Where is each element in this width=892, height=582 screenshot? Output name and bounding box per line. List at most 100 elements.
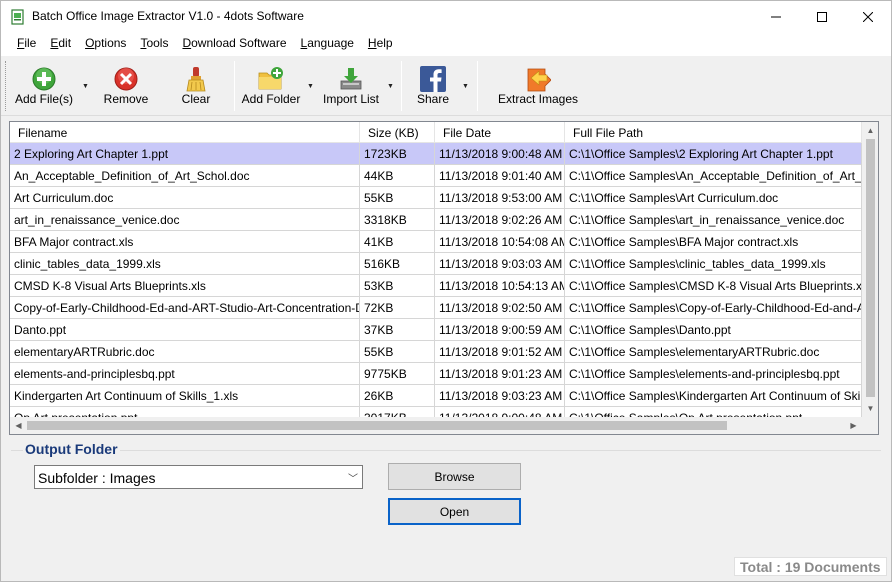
clear-label: Clear — [181, 92, 211, 106]
chevron-down-icon: ﹀ — [348, 474, 358, 485]
column-header-filename[interactable]: Filename — [10, 122, 360, 143]
remove-button[interactable]: Remove — [99, 62, 153, 110]
menu-options[interactable]: Options — [78, 32, 133, 56]
scroll-right-icon[interactable]: ▶ — [845, 417, 862, 434]
full-path-cell: C:\1\Office Samples\CMSD K-8 Visual Arts… — [565, 275, 862, 297]
share-button[interactable]: Share — [409, 62, 457, 110]
table-row[interactable]: BFA Major contract.xls 41KB 11/13/2018 10:… — [10, 231, 862, 253]
add-folder-button[interactable]: Add Folder — [239, 62, 303, 110]
filename-cell: clinic_tables_data_1999.xls — [10, 253, 360, 275]
menu-file[interactable]: File — [10, 32, 43, 56]
table-row[interactable]: An_Acceptable_Definition_of_Art_Schol.do… — [10, 165, 862, 187]
file-date-cell: 11/13/2018 10:54:08 AM — [435, 231, 565, 253]
table-row[interactable]: clinic_tables_data_1999.xls 516KB 11/13/20… — [10, 253, 862, 275]
file-date-cell: 11/13/2018 9:01:40 AM — [435, 165, 565, 187]
horizontal-scroll-thumb[interactable] — [27, 421, 727, 430]
size-cell: 26KB — [360, 385, 435, 407]
menu-help[interactable]: Help — [361, 32, 400, 56]
table-row[interactable]: art_in_renaissance_venice.doc 3318KB 11/13… — [10, 209, 862, 231]
open-button[interactable]: Open — [388, 498, 521, 525]
menu-edit[interactable]: Edit — [43, 32, 78, 56]
add-folder-dropdown-icon[interactable]: ▼ — [307, 83, 314, 90]
size-cell: 72KB — [360, 297, 435, 319]
table-row[interactable]: 2 Exploring Art Chapter 1.ppt 1723KB 11/13… — [10, 143, 862, 165]
column-header-size[interactable]: Size (KB) — [360, 122, 435, 143]
table-row[interactable]: elementaryARTRubric.doc 55KB 11/13/2018 9:… — [10, 341, 862, 363]
import-list-label: Import List — [322, 92, 379, 106]
file-date-cell: 11/13/2018 9:00:48 AM — [435, 143, 565, 165]
size-cell: 55KB — [360, 341, 435, 363]
size-cell: 516KB — [360, 253, 435, 275]
vertical-scroll-thumb[interactable] — [866, 139, 875, 397]
extract-images-label: Extract Images — [497, 92, 579, 106]
scrollbar-corner — [862, 417, 878, 434]
file-date-cell: 11/13/2018 9:02:50 AM — [435, 297, 565, 319]
full-path-cell: C:\1\Office Samples\Danto.ppt — [565, 319, 862, 341]
vertical-scrollbar[interactable]: ▲ ▼ — [862, 122, 878, 417]
file-date-cell: 11/13/2018 9:03:03 AM — [435, 253, 565, 275]
output-folder-select[interactable]: Subfolder : Images ﹀ — [34, 465, 363, 489]
total-documents-status: Total : 19 Documents — [734, 557, 887, 576]
column-header-file-date[interactable]: File Date — [435, 122, 565, 143]
menu-download-software[interactable]: Download Software — [175, 32, 293, 56]
full-path-cell: C:\1\Office Samples\Kindergarten Art Con… — [565, 385, 862, 407]
file-date-cell: 11/13/2018 9:02:26 AM — [435, 209, 565, 231]
full-path-cell: C:\1\Office Samples\elementaryARTRubric.… — [565, 341, 862, 363]
import-list-icon — [340, 68, 362, 90]
table-row[interactable]: Op Art presentation.ppt3017KB11/13/2018 … — [10, 407, 862, 417]
file-date-cell: 11/13/2018 9:00:59 AM — [435, 319, 565, 341]
menu-bar: File Edit Options Tools Download Software Lan… — [1, 32, 891, 56]
size-cell: 41KB — [360, 231, 435, 253]
import-list-button[interactable]: Import List — [319, 62, 383, 110]
browse-button[interactable]: Browse — [388, 463, 521, 490]
menu-language[interactable]: Language — [294, 32, 361, 56]
size-cell: 3017KB — [360, 407, 435, 417]
maximize-button[interactable] — [799, 1, 845, 32]
minimize-button[interactable] — [753, 1, 799, 32]
filename-cell: Danto.ppt — [10, 319, 360, 341]
share-label: Share — [416, 92, 450, 106]
table-row[interactable]: elements-and-principlesbq.ppt 9775KB 11/13… — [10, 363, 862, 385]
add-files-label: Add File(s) — [14, 92, 73, 106]
add-files-dropdown-icon[interactable]: ▼ — [82, 83, 89, 90]
full-path-cell: C:\1\Office Samples\Art Curriculum.doc — [565, 187, 862, 209]
extract-images-button[interactable]: Extract Images — [497, 62, 579, 110]
toolbar: Add File(s) ▼ Remove Clear Add Folder ▼ … — [1, 56, 891, 116]
minimize-icon — [771, 16, 781, 17]
window-title: Batch Office Image Extractor V1.0 - 4dot… — [32, 9, 304, 23]
app-window: Batch Office Image Extractor V1.0 - 4dot… — [0, 0, 892, 582]
add-files-button[interactable]: Add File(s) — [13, 62, 75, 110]
menu-tools[interactable]: Tools — [133, 32, 175, 56]
scroll-up-icon[interactable]: ▲ — [862, 122, 878, 139]
browse-label: Browse — [434, 470, 475, 484]
horizontal-scrollbar[interactable]: ◀ ▶ — [10, 417, 862, 434]
file-list[interactable]: Filename Size (KB) File Date Full File P… — [9, 121, 879, 435]
table-row[interactable]: Art Curriculum.doc 55KB 11/13/2018 9:53:00… — [10, 187, 862, 209]
size-cell: 53KB — [360, 275, 435, 297]
table-row[interactable]: Copy-of-Early-Childhood-Ed-and-ART-Studi… — [10, 297, 862, 319]
remove-label: Remove — [103, 92, 149, 106]
file-date-cell: 11/13/2018 9:01:52 AM — [435, 341, 565, 363]
full-path-cell: C:\1\Office Samples\2 Exploring Art Chap… — [565, 143, 862, 165]
title-bar[interactable]: Batch Office Image Extractor V1.0 - 4dot… — [1, 1, 891, 32]
full-path-cell: C:\1\Office Samples\Copy-of-Early-Childh… — [565, 297, 862, 319]
toolbar-grip[interactable] — [5, 61, 7, 111]
share-dropdown-icon[interactable]: ▼ — [462, 83, 469, 90]
filename-cell: Copy-of-Early-Childhood-Ed-and-ART-Studi… — [10, 297, 360, 319]
add-icon — [32, 67, 56, 91]
close-button[interactable] — [845, 1, 891, 32]
scroll-down-icon[interactable]: ▼ — [862, 400, 878, 417]
broom-icon — [186, 67, 206, 92]
extract-images-icon — [527, 68, 551, 92]
filename-cell: elements-and-principlesbq.ppt — [10, 363, 360, 385]
file-date-cell: 11/13/2018 10:54:13 AM — [435, 275, 565, 297]
close-icon — [863, 11, 873, 22]
file-date-cell: 11/13/2018 9:03:23 AM — [435, 385, 565, 407]
scroll-left-icon[interactable]: ◀ — [10, 417, 27, 434]
import-list-dropdown-icon[interactable]: ▼ — [387, 83, 394, 90]
column-header-full-path[interactable]: Full File Path — [565, 122, 862, 143]
table-row[interactable]: Danto.ppt 37KB 11/13/2018 9:00:59 AM C:\1\O… — [10, 319, 862, 341]
clear-button[interactable]: Clear — [171, 62, 221, 110]
table-row[interactable]: Kindergarten Art Continuum of Skills_1.x… — [10, 385, 862, 407]
table-row[interactable]: CMSD K-8 Visual Arts Blueprints.xls 53KB 1… — [10, 275, 862, 297]
